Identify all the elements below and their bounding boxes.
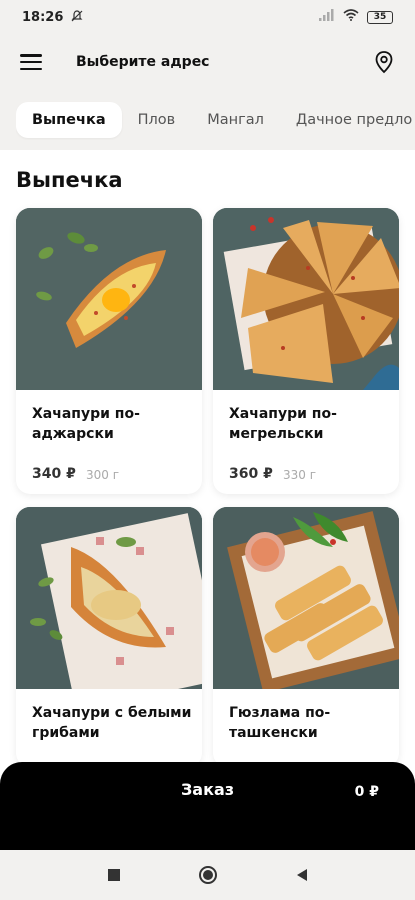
circle-icon[interactable]	[196, 863, 220, 887]
mute-icon	[71, 9, 83, 25]
product-weight: 300 г	[86, 468, 120, 482]
address-selector[interactable]: Выберите адрес	[76, 54, 210, 70]
triangle-back-icon[interactable]	[290, 863, 314, 887]
product-name: Гюзлама по-ташкенски	[229, 705, 331, 741]
wifi-icon	[343, 9, 359, 25]
product-photo	[213, 507, 399, 689]
order-sum: 0 ₽	[354, 784, 379, 800]
product-name: Хачапури с белыми грибами	[32, 705, 192, 741]
product-card[interactable]: Хачапури по-аджарски 340 ₽ 300 г	[16, 208, 202, 494]
status-bar: 18:26 35	[0, 0, 415, 34]
product-name: Хачапури по-мегрельски	[229, 406, 337, 442]
order-button[interactable]: Заказ 0 ₽	[0, 762, 415, 850]
product-card[interactable]: Хачапури по-мегрельски 360 ₽ 330 г	[213, 208, 399, 494]
category-tabs: Выпечка Плов Мангал Дачное предло	[16, 100, 415, 140]
status-time: 18:26	[22, 9, 64, 25]
product-card[interactable]: Гюзлама по-ташкенски	[213, 507, 399, 767]
app-header: Выберите адрес	[0, 34, 415, 90]
map-pin-icon[interactable]	[373, 50, 395, 74]
square-icon[interactable]	[102, 863, 126, 887]
product-photo	[16, 208, 202, 390]
product-price: 360 ₽	[229, 466, 273, 482]
hamburger-icon[interactable]	[20, 54, 42, 70]
battery-icon: 35	[367, 10, 393, 24]
tab-mangal[interactable]: Мангал	[191, 102, 280, 138]
tab-dachnoe[interactable]: Дачное предло	[280, 102, 415, 138]
tab-plov[interactable]: Плов	[122, 102, 192, 138]
product-price: 340 ₽	[32, 466, 76, 482]
product-photo	[16, 507, 202, 689]
order-label: Заказ	[180, 780, 235, 799]
tab-vypechka[interactable]: Выпечка	[16, 102, 122, 138]
system-nav-bar	[0, 850, 415, 900]
product-photo	[213, 208, 399, 390]
section-title: Выпечка	[16, 168, 123, 192]
product-card[interactable]: Хачапури с белыми грибами	[16, 507, 202, 767]
signal-icon	[319, 9, 335, 25]
product-name: Хачапури по-аджарски	[32, 406, 140, 442]
product-weight: 330 г	[283, 468, 317, 482]
